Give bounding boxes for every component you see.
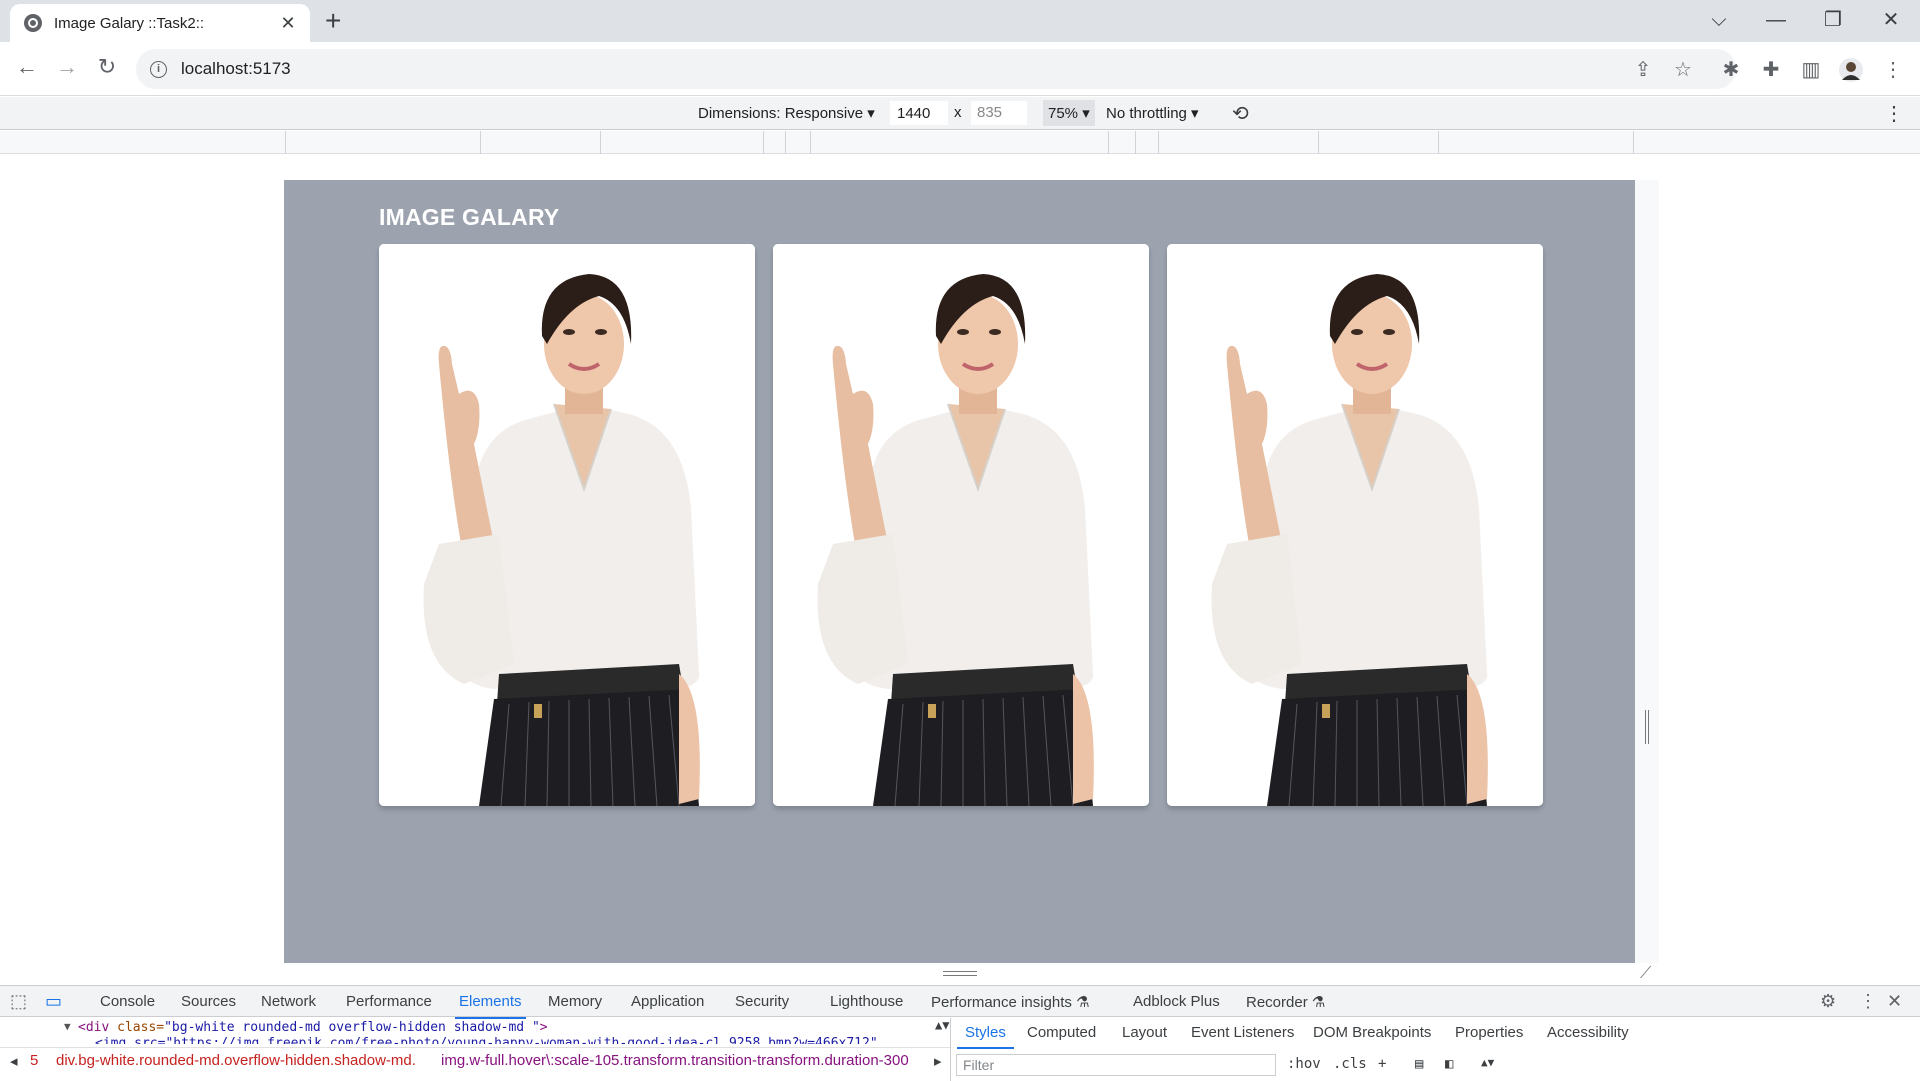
woman-pointing-photo-icon [773, 244, 1149, 806]
menu-kebab-icon[interactable]: ⋮ [1880, 57, 1906, 83]
tab-computed[interactable]: Computed [1027, 1024, 1096, 1041]
tab-properties[interactable]: Properties [1455, 1024, 1523, 1041]
gallery-card[interactable] [773, 244, 1149, 806]
rotate-icon[interactable]: ⟲ [1232, 101, 1249, 126]
restore-button[interactable]: ❐ [1813, 6, 1853, 34]
tab-strip: Image Galary ::Task2:: ✕ + ⌵ — ❐ ✕ [0, 0, 1920, 42]
throttling-dropdown[interactable]: No throttling ▾ [1106, 104, 1199, 122]
extensions-puzzle-icon[interactable]: ✚ [1758, 57, 1784, 83]
new-style-rule-icon[interactable]: + [1378, 1056, 1386, 1072]
tab-network[interactable]: Network [261, 993, 316, 1010]
device-toggle-icon[interactable]: ▭ [45, 991, 62, 1012]
dom-node-div[interactable]: <div class="bg-white rounded-md overflow… [78, 1020, 548, 1035]
tab-accessibility[interactable]: Accessibility [1547, 1024, 1629, 1041]
tab-search-icon[interactable]: ⌵ [1699, 6, 1739, 34]
tab-console[interactable]: Console [100, 993, 155, 1010]
media-query-ruler[interactable] [0, 131, 1920, 154]
viewport-edge [1635, 180, 1659, 963]
tab-styles[interactable]: Styles [957, 1024, 1014, 1049]
address-bar[interactable]: i localhost:5173 [136, 49, 1736, 89]
breadcrumb-right-icon[interactable]: ▸ [934, 1052, 942, 1070]
dom-breadcrumb: ◂ 5 div.bg-white.rounded-md.overflow-hid… [0, 1047, 950, 1073]
bookmark-star-icon[interactable]: ☆ [1670, 57, 1696, 83]
tab-layout[interactable]: Layout [1122, 1024, 1167, 1041]
element-state-icon[interactable]: ◧ [1445, 1056, 1453, 1072]
woman-pointing-photo-icon [379, 244, 755, 806]
gallery-page: IMAGE GALARY [284, 180, 1635, 963]
page-title: IMAGE GALARY [379, 204, 560, 230]
dimensions-dropdown[interactable]: Dimensions: Responsive ▾ [698, 104, 875, 122]
breadcrumb-left-icon[interactable]: ◂ [10, 1052, 18, 1070]
new-tab-button[interactable]: + [325, 7, 341, 35]
tab-memory[interactable]: Memory [548, 993, 602, 1010]
tab-event-listeners[interactable]: Event Listeners [1191, 1024, 1294, 1041]
side-panel-icon[interactable]: ▥ [1798, 57, 1824, 83]
gallery-card[interactable] [1167, 244, 1543, 806]
close-window-button[interactable]: ✕ [1871, 6, 1911, 34]
tab-adblock-plus[interactable]: Adblock Plus [1133, 993, 1220, 1010]
tab-elements[interactable]: Elements [455, 993, 526, 1019]
devtools-panel: ⬚ ▭ Console Sources Network Performance … [0, 985, 1920, 1081]
device-viewport-area: IMAGE GALARY ⟋ [0, 155, 1920, 985]
settings-gear-icon[interactable]: ⚙ [1820, 991, 1836, 1012]
expand-triangle-icon[interactable]: ▼ [64, 1020, 71, 1033]
tab-dom-breakpoints[interactable]: DOM Breakpoints [1313, 1024, 1431, 1041]
devtools-tab-bar: ⬚ ▭ Console Sources Network Performance … [0, 986, 1920, 1019]
breadcrumb-div[interactable]: div.bg-white.rounded-md.overflow-hidden.… [56, 1052, 416, 1069]
viewport-resize-handle-right[interactable] [1645, 710, 1649, 744]
browser-tab[interactable]: Image Galary ::Task2:: ✕ [10, 4, 310, 42]
scroll-arrows-icon[interactable]: ▲▼ [935, 1018, 949, 1032]
back-icon[interactable]: ← [12, 54, 42, 80]
viewport-height-input[interactable]: 835 [971, 101, 1027, 125]
device-more-icon[interactable]: ⋮ [1884, 101, 1904, 126]
navigation-bar: ← → ↻ i localhost:5173 ⇪ ☆ ✱ ✚ ▥ ⋮ [0, 42, 1920, 96]
bug-extension-icon[interactable]: ✱ [1718, 57, 1744, 83]
cls-toggle[interactable]: .cls [1333, 1056, 1367, 1072]
tab-title: Image Galary ::Task2:: [54, 14, 205, 32]
dimension-separator: x [954, 104, 962, 121]
tab-close-icon[interactable]: ✕ [278, 13, 298, 34]
viewport-resize-corner-icon[interactable]: ⟋ [1640, 965, 1651, 983]
inspect-element-icon[interactable]: ⬚ [10, 991, 27, 1012]
close-devtools-icon[interactable]: ✕ [1887, 991, 1902, 1012]
forward-icon[interactable]: → [52, 54, 82, 80]
tab-security[interactable]: Security [735, 993, 789, 1010]
globe-icon [24, 14, 42, 32]
breadcrumb-index: 5 [30, 1052, 39, 1069]
tab-performance-insights[interactable]: Performance insights ⚗ [931, 993, 1090, 1011]
minimize-button[interactable]: — [1756, 6, 1796, 34]
profile-avatar-icon[interactable] [1838, 57, 1864, 83]
zoom-dropdown[interactable]: 75% ▾ [1043, 100, 1095, 126]
gallery-card[interactable] [379, 244, 755, 806]
computed-styles-icon[interactable]: ▤ [1415, 1056, 1423, 1072]
site-info-icon[interactable]: i [150, 60, 167, 78]
tab-lighthouse[interactable]: Lighthouse [830, 993, 903, 1010]
breadcrumb-img[interactable]: img.w-full.hover\:scale-105.transform.tr… [441, 1052, 909, 1069]
devtools-more-icon[interactable]: ⋮ [1859, 991, 1877, 1012]
tab-sources[interactable]: Sources [181, 993, 236, 1010]
dom-node-img[interactable]: <img src="https://img.freepik.com/free-p… [95, 1036, 915, 1044]
share-icon[interactable]: ⇪ [1630, 57, 1656, 83]
viewport-resize-handle-bottom[interactable] [943, 971, 977, 976]
styles-filter-input[interactable]: Filter [956, 1054, 1276, 1076]
woman-pointing-photo-icon [1167, 244, 1543, 806]
tab-application[interactable]: Application [631, 993, 704, 1010]
reload-icon[interactable]: ↻ [92, 54, 122, 80]
tab-performance[interactable]: Performance [346, 993, 432, 1010]
device-toolbar: Dimensions: Responsive ▾ 1440 x 835 75% … [0, 97, 1920, 130]
hov-toggle[interactable]: :hov [1287, 1056, 1321, 1072]
viewport-width-input[interactable]: 1440 [890, 101, 948, 125]
sidebar-scroll-icon[interactable]: ▲▼ [1481, 1056, 1494, 1069]
tab-recorder[interactable]: Recorder ⚗ [1246, 993, 1325, 1011]
styles-sidebar: Styles Computed Layout Event Listeners D… [950, 1018, 1920, 1081]
url-text: localhost:5173 [181, 59, 291, 78]
